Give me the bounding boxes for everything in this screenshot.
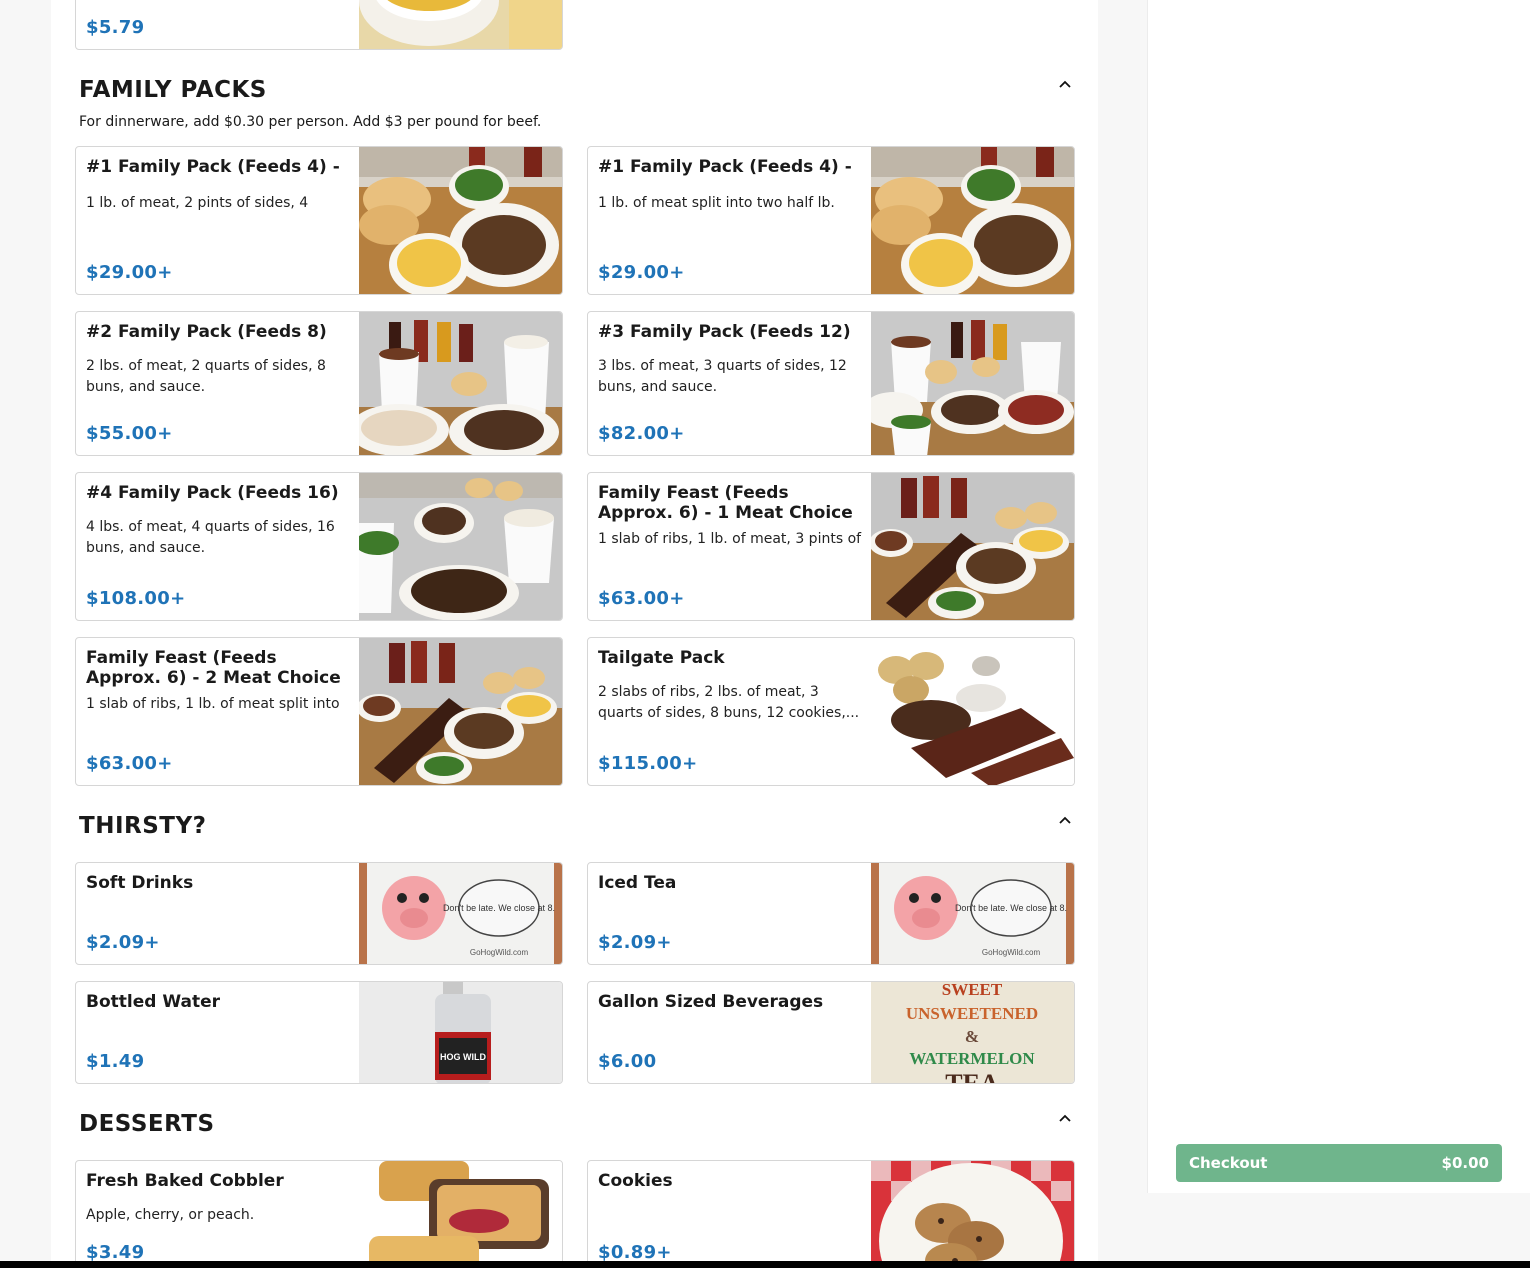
cup-print-url: GoHogWild.com [982,948,1041,957]
item-name: Family Feast (Feeds Approx. 6) - 1 Meat … [598,483,853,523]
checkout-button[interactable]: Checkout $0.00 [1176,1144,1502,1182]
menu-item-card[interactable]: Family Feast (Feeds Approx. 6) - 2 Meat … [75,637,563,786]
item-price: $63.00+ [86,753,173,774]
section-note: For dinnerware, add $0.30 per person. Ad… [79,114,542,130]
item-description: 4 lbs. of meat, 4 quarts of sides, 16 bu… [86,519,335,556]
item-name: Soft Drinks [86,873,194,893]
chevron-up-icon[interactable] [1057,76,1073,92]
item-photo: Don't be late. We close at 8. GoHogWild.… [871,863,1074,964]
sign-line: TEA [945,1069,999,1083]
chevron-up-icon[interactable] [1057,812,1073,828]
item-price: $29.00+ [598,262,685,283]
item-name: Iced Tea [598,873,677,893]
item-price: $3.49 [86,1242,145,1263]
item-price: $63.00+ [598,588,685,609]
item-name: #1 Family Pack (Feeds 4) - 1 Meat Choice [86,157,340,179]
item-description: 2 lbs. of meat, 2 quarts of sides, 8 bun… [86,358,326,395]
item-price: $2.09+ [598,932,672,953]
sign-line: & [965,1027,979,1046]
item-price: $5.79 [86,17,145,38]
menu-item-card[interactable]: $5.79 [75,0,563,50]
item-photo [359,638,562,785]
menu-item-card[interactable]: Family Feast (Feeds Approx. 6) - 1 Meat … [587,472,1075,621]
item-photo [359,0,562,49]
item-description: 1 lb. of meat, 2 pints of sides, 4 buns,… [86,195,309,211]
item-photo [359,147,562,294]
menu-item-card[interactable]: Iced Tea $2.09+ Don't be late. We close … [587,862,1075,965]
item-price: $82.00+ [598,423,685,444]
item-price: $115.00+ [598,753,698,774]
item-description: 3 lbs. of meat, 3 quarts of sides, 12 bu… [598,358,847,395]
item-photo [359,1161,562,1268]
menu-item-card[interactable]: Soft Drinks $2.09+ Don't be late. We clo… [75,862,563,965]
cup-print-text: Don't be late. We close at 8. [443,903,555,913]
item-price: $1.49 [86,1051,145,1072]
cup-print-url: GoHogWild.com [470,948,529,957]
item-description: 1 lb. of meat split into two half lb. ch… [598,195,835,211]
chevron-up-icon[interactable] [1057,1110,1073,1126]
cup-print-text: Don't be late. We close at 8. [955,903,1067,913]
item-photo [359,473,562,620]
item-photo [871,473,1074,620]
item-photo [871,1161,1074,1268]
checkout-label: Checkout [1189,1154,1268,1172]
item-name: #4 Family Pack (Feeds 16) [86,483,339,503]
cart-total: $0.00 [1441,1154,1489,1172]
item-name: #2 Family Pack (Feeds 8) [86,322,327,342]
section-title-thirsty: THIRSTY? [79,813,207,839]
bottle-label-text: HOG WILD [440,1052,486,1062]
sign-line: UNSWEETENED [906,1004,1038,1023]
item-name: #1 Family Pack (Feeds 4) - 2 Meat Choice [598,157,852,179]
item-photo: Don't be late. We close at 8. GoHogWild.… [359,863,562,964]
item-name: Cookies [598,1171,673,1191]
item-description: Apple, cherry, or peach. [86,1207,255,1223]
item-photo [871,147,1074,294]
menu-item-card[interactable]: #3 Family Pack (Feeds 12) 3 lbs. of meat… [587,311,1075,456]
menu-item-card[interactable]: Tailgate Pack 2 slabs of ribs, 2 lbs. of… [587,637,1075,786]
item-name: #3 Family Pack (Feeds 12) [598,322,851,342]
item-description: 1 slab of ribs, 1 lb. of meat, 3 pints o… [598,531,862,547]
item-price: $29.00+ [86,262,173,283]
menu-item-card[interactable]: Gallon Sized Beverages $6.00 SWEET UNSWE… [587,981,1075,1084]
section-title-family-packs: FAMILY PACKS [79,77,267,103]
item-name: Family Feast (Feeds Approx. 6) - 2 Meat … [86,648,341,688]
cart-panel [1147,0,1530,1193]
item-photo: SWEET UNSWEETENED & WATERMELON TEA [871,982,1074,1083]
item-photo [871,312,1074,455]
item-name: Fresh Baked Cobbler [86,1171,284,1191]
section-title-desserts: DESSERTS [79,1111,215,1137]
menu-item-card[interactable]: #1 Family Pack (Feeds 4) - 2 Meat Choice… [587,146,1075,295]
item-price: $55.00+ [86,423,173,444]
item-price: $6.00 [598,1051,657,1072]
menu-item-card[interactable]: Bottled Water $1.49 HOG WILD [75,981,563,1084]
menu-item-card[interactable]: #2 Family Pack (Feeds 8) 2 lbs. of meat,… [75,311,563,456]
item-price: $108.00+ [86,588,186,609]
menu-main: $5.79 FAMILY PACKS For dinnerware, add $… [51,0,1098,1268]
item-price: $2.09+ [86,932,160,953]
item-photo: HOG WILD [359,982,562,1083]
item-price: $0.89+ [598,1242,672,1263]
sign-line: WATERMELON [909,1049,1035,1068]
menu-item-card[interactable]: #1 Family Pack (Feeds 4) - 1 Meat Choice… [75,146,563,295]
menu-item-card[interactable]: Cookies $0.89+ [587,1160,1075,1268]
item-name: Bottled Water [86,992,220,1012]
menu-item-card[interactable]: Fresh Baked Cobbler Apple, cherry, or pe… [75,1160,563,1268]
item-name: Gallon Sized Beverages [598,992,824,1012]
bottom-bar [0,1261,1530,1268]
sign-line: SWEET [942,982,1003,999]
item-description: 1 slab of ribs, 1 lb. of meat split into… [86,696,340,712]
item-photo [359,312,562,455]
item-photo [871,638,1074,785]
menu-item-card[interactable]: #4 Family Pack (Feeds 16) 4 lbs. of meat… [75,472,563,621]
item-name: Tailgate Pack [598,648,725,668]
item-description: 2 slabs of ribs, 2 lbs. of meat, 3 quart… [598,684,860,721]
